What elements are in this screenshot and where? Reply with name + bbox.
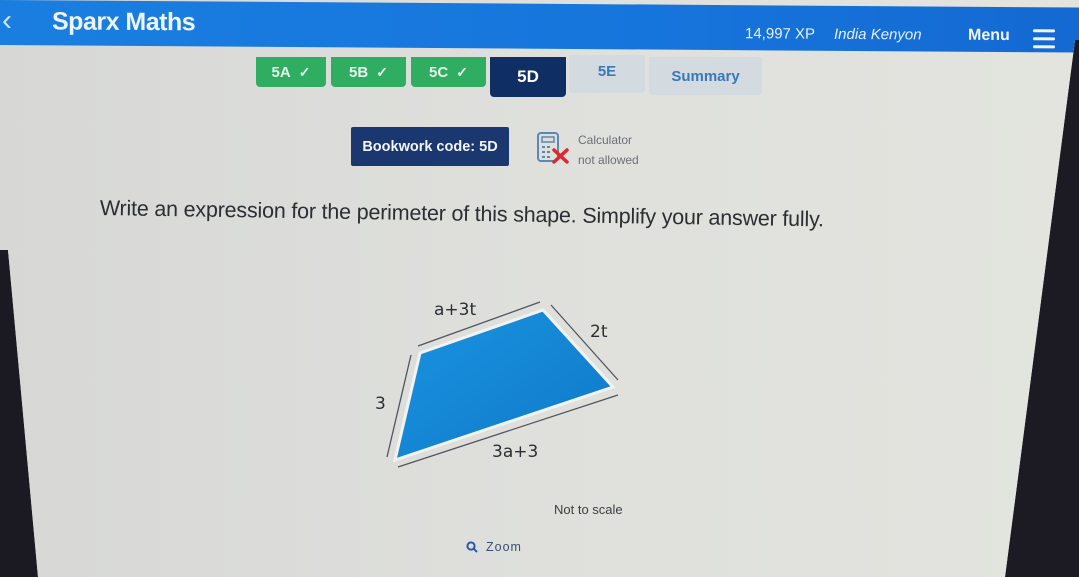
side-label-right: 2t: [590, 322, 608, 342]
quadrilateral-shape: [392, 308, 616, 463]
side-label-left: 3: [375, 394, 386, 414]
tab-label: 5C: [429, 63, 449, 81]
tab-label: Summary: [671, 67, 740, 85]
tab-label: 5A: [271, 63, 291, 81]
not-to-scale-note: Not to scale: [554, 502, 623, 517]
tab-5b[interactable]: 5B ✓: [331, 57, 406, 87]
user-name: India Kenyon: [834, 25, 922, 44]
question-text: Write an expression for the perimeter of…: [99, 196, 824, 232]
app-title: Sparx Maths: [52, 7, 196, 37]
top-bar: ‹ Sparx Maths 14,997 XP India Kenyon Men…: [0, 0, 1079, 53]
tab-label: 5B: [349, 63, 369, 81]
calculator-status: not allowed: [578, 153, 639, 167]
app-screen: ‹ Sparx Maths 14,997 XP India Kenyon Men…: [0, 0, 1079, 577]
tab-label: 5E: [597, 63, 617, 80]
side-label-bottom: 3a+3: [492, 442, 538, 462]
calculator-label: Calculator: [578, 133, 633, 147]
zoom-button[interactable]: Zoom: [466, 540, 522, 554]
tab-label: 5D: [517, 67, 539, 86]
side-label-top: a+3t: [434, 300, 476, 320]
tab-5c[interactable]: 5C ✓: [411, 57, 486, 87]
magnifier-icon: [466, 541, 478, 553]
hamburger-menu-icon[interactable]: [1033, 29, 1055, 49]
back-chevron-icon[interactable]: ‹: [2, 4, 22, 37]
tab-summary[interactable]: Summary: [649, 57, 762, 95]
checkmark-icon: ✓: [298, 63, 311, 80]
menu-button[interactable]: Menu: [968, 27, 1010, 45]
checkmark-icon: ✓: [376, 63, 388, 80]
tab-5e[interactable]: 5E: [569, 55, 645, 93]
zoom-label: Zoom: [486, 540, 522, 554]
checkmark-icon: ✓: [456, 63, 468, 80]
xp-counter: 14,997 XP: [745, 25, 816, 43]
quadrilateral-diagram: a+3t 2t 3 3a+3: [375, 300, 619, 468]
calculator-not-allowed-icon: [537, 132, 569, 164]
tab-5a[interactable]: 5A ✓: [256, 57, 326, 87]
tab-5d[interactable]: 5D: [490, 57, 566, 97]
bookwork-code-badge: Bookwork code: 5D: [351, 127, 509, 166]
